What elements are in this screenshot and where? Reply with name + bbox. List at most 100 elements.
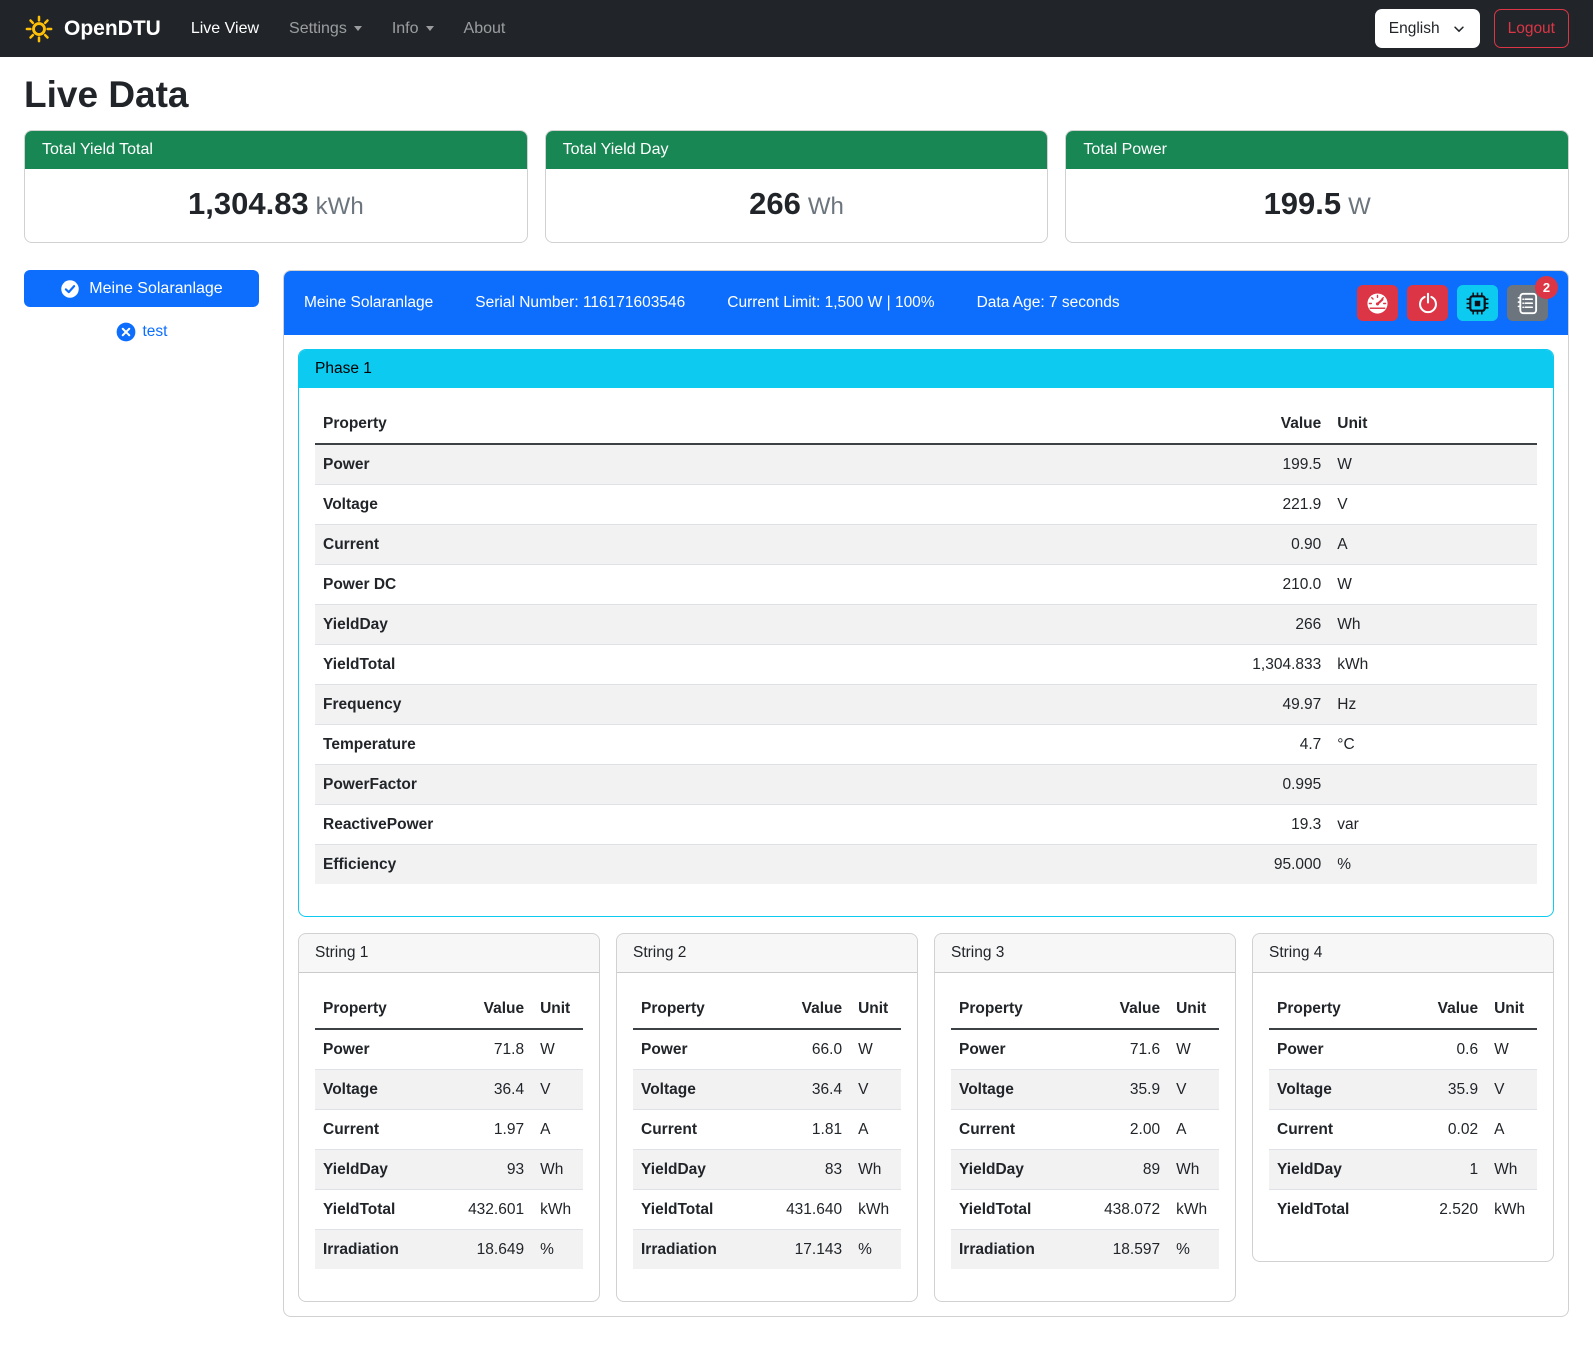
card-value: 199.5 <box>1264 186 1342 221</box>
string-4-card: String 4 Property Value Unit Power0.6WVo… <box>1252 933 1554 1262</box>
unit-cell <box>1329 765 1537 805</box>
unit-cell: °C <box>1329 725 1537 765</box>
value-cell: 49.97 <box>1195 685 1329 725</box>
table-row: YieldTotal2.520kWh <box>1269 1190 1537 1230</box>
table-row: Frequency49.97Hz <box>315 685 1537 725</box>
value-cell: 438.072 <box>1088 1190 1168 1230</box>
property-cell: PowerFactor <box>315 765 1195 805</box>
table-row: Current2.00A <box>951 1110 1219 1150</box>
string-table-wrap: Property Value Unit Power71.6WVoltage35.… <box>935 973 1235 1301</box>
sidebar-item-label: test <box>143 323 168 341</box>
limit-settings-button[interactable] <box>1357 285 1398 321</box>
nav-item-about[interactable]: About <box>464 20 506 38</box>
logout-button[interactable]: Logout <box>1494 9 1569 48</box>
string-table-wrap: Property Value Unit Power0.6WVoltage35.9… <box>1253 973 1553 1261</box>
card-title: Total Yield Total <box>25 131 527 169</box>
property-cell: Voltage <box>951 1070 1088 1110</box>
nav-item-live-view[interactable]: Live View <box>191 20 259 38</box>
property-cell: YieldTotal <box>951 1190 1088 1230</box>
speedometer-icon <box>1366 292 1389 315</box>
table-row: YieldTotal438.072kWh <box>951 1190 1219 1230</box>
events-count-badge: 2 <box>1535 276 1558 299</box>
table-row: Voltage36.4V <box>633 1070 901 1110</box>
page-content: Live Data Total Yield Total 1,304.83kWh … <box>0 74 1593 1341</box>
unit-cell: Wh <box>1168 1150 1219 1190</box>
string-3-card: String 3 Property Value Unit Power71.6WV… <box>934 933 1236 1302</box>
unit-cell: V <box>1486 1070 1537 1110</box>
table-row: Power71.6W <box>951 1029 1219 1070</box>
nav-item-settings[interactable]: Settings <box>289 20 362 38</box>
table-row: Power199.5W <box>315 444 1537 485</box>
unit-cell: kWh <box>850 1190 901 1230</box>
unit-cell: A <box>850 1110 901 1150</box>
string-card-title: String 4 <box>1253 934 1553 973</box>
value-cell: 0.6 <box>1406 1029 1486 1070</box>
card-value: 1,304.83 <box>188 186 309 221</box>
navbar-right: English Logout <box>1375 9 1569 48</box>
unit-cell: W <box>1329 565 1537 605</box>
table-row: ReactivePower19.3var <box>315 805 1537 845</box>
table-header: Property Value Unit <box>951 989 1219 1029</box>
inverter-card-body: Phase 1 Property Value Unit Power199.5WV… <box>284 335 1568 1316</box>
events-button[interactable]: 2 <box>1507 285 1548 321</box>
language-select[interactable]: English <box>1375 9 1480 48</box>
property-cell: ReactivePower <box>315 805 1195 845</box>
power-button[interactable] <box>1407 285 1448 321</box>
property-cell: Voltage <box>315 485 1195 525</box>
property-cell: Power <box>951 1029 1088 1070</box>
column-header-unit: Unit <box>1486 989 1537 1029</box>
card-body: 199.5W <box>1066 169 1568 242</box>
property-cell: Irradiation <box>951 1230 1088 1270</box>
unit-cell: V <box>850 1070 901 1110</box>
table-header: Property Value Unit <box>315 404 1537 444</box>
column-header-unit: Unit <box>1168 989 1219 1029</box>
unit-cell: W <box>532 1029 583 1070</box>
card-body: 1,304.83kWh <box>25 169 527 242</box>
column-header-value: Value <box>1195 404 1329 444</box>
property-cell: Power <box>315 1029 452 1070</box>
device-info-button[interactable] <box>1457 285 1498 321</box>
sun-icon <box>24 14 54 44</box>
value-cell: 431.640 <box>770 1190 850 1230</box>
unit-cell: A <box>1486 1110 1537 1150</box>
unit-cell: Wh <box>1329 605 1537 645</box>
page-title: Live Data <box>24 74 1569 116</box>
card-title: Total Yield Day <box>546 131 1048 169</box>
table-row: Power66.0W <box>633 1029 901 1070</box>
value-cell: 1.81 <box>770 1110 850 1150</box>
unit-cell: A <box>532 1110 583 1150</box>
unit-cell: A <box>1329 525 1537 565</box>
table-row: Current1.81A <box>633 1110 901 1150</box>
string-card-title: String 2 <box>617 934 917 973</box>
string-4-table: Property Value Unit Power0.6WVoltage35.9… <box>1269 989 1537 1229</box>
sidebar-item-test[interactable]: test <box>24 322 259 342</box>
value-cell: 71.8 <box>452 1029 532 1070</box>
total-yield-total-card: Total Yield Total 1,304.83kWh <box>24 130 528 243</box>
sidebar-item-label: Meine Solaranlage <box>89 280 222 298</box>
inverter-actions: 2 <box>1357 285 1548 321</box>
column-header-value: Value <box>1406 989 1486 1029</box>
column-header-value: Value <box>1088 989 1168 1029</box>
brand-link[interactable]: OpenDTU <box>24 14 161 44</box>
check-circle-icon <box>60 279 80 299</box>
string-card-title: String 3 <box>935 934 1235 973</box>
value-cell: 0.02 <box>1406 1110 1486 1150</box>
table-row: Temperature4.7°C <box>315 725 1537 765</box>
column-header-unit: Unit <box>1329 404 1537 444</box>
table-row: Current0.02A <box>1269 1110 1537 1150</box>
property-cell: Temperature <box>315 725 1195 765</box>
column-header-value: Value <box>452 989 532 1029</box>
sidebar-item-meine-solaranlage[interactable]: Meine Solaranlage <box>24 270 259 307</box>
value-cell: 95.000 <box>1195 845 1329 885</box>
value-cell: 1 <box>1406 1150 1486 1190</box>
table-header: Property Value Unit <box>315 989 583 1029</box>
table-row: Irradiation18.597% <box>951 1230 1219 1270</box>
column-header-value: Value <box>770 989 850 1029</box>
unit-cell: kWh <box>1329 645 1537 685</box>
nav-item-label: Info <box>392 20 419 38</box>
inverter-limit: Current Limit: 1,500 W | 100% <box>727 294 934 312</box>
nav-item-label: Settings <box>289 20 347 38</box>
nav-item-info[interactable]: Info <box>392 20 434 38</box>
string-1-card: String 1 Property Value Unit Power71.8WV… <box>298 933 600 1302</box>
card-value: 266 <box>749 186 801 221</box>
